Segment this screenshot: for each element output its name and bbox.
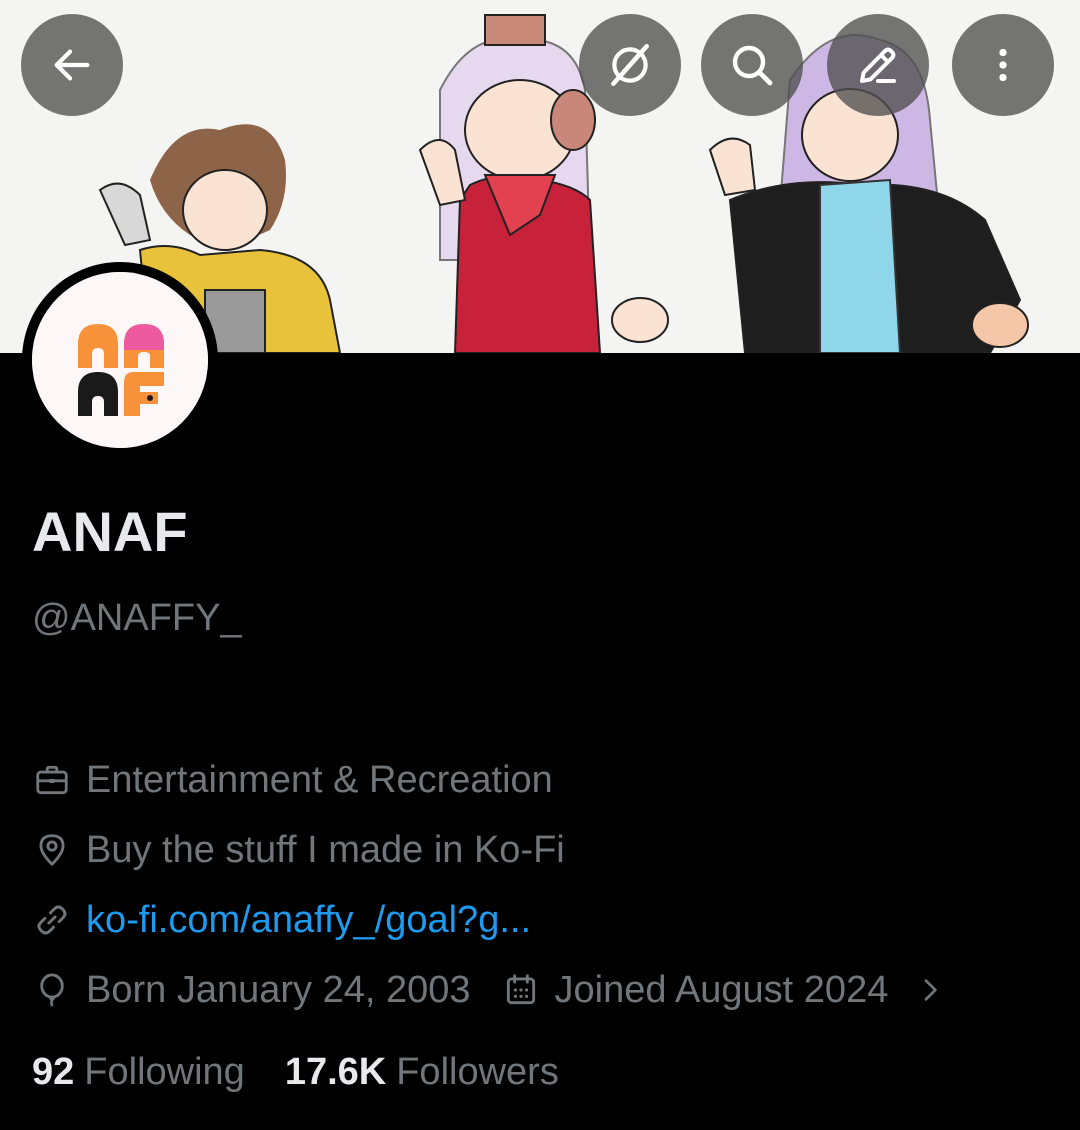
following-link[interactable]: 92 Following	[32, 1044, 245, 1100]
edit-button[interactable]	[827, 14, 929, 116]
grok-button[interactable]	[579, 14, 681, 116]
calendar-icon	[501, 970, 541, 1010]
back-button[interactable]	[21, 14, 123, 116]
chevron-right-icon[interactable]	[910, 970, 950, 1010]
balloon-icon	[32, 970, 72, 1010]
profile-website-row[interactable]: ko-fi.com/anaffy_/goal?g...	[32, 892, 531, 948]
profile-joined: Joined August 2024	[554, 968, 889, 1011]
profile-dates-row[interactable]: Born January 24, 2003 Joined August 2024	[32, 962, 964, 1018]
profile-birthday: Born January 24, 2003	[86, 968, 471, 1011]
briefcase-icon	[32, 760, 72, 800]
avatar[interactable]	[22, 262, 218, 458]
link-icon	[32, 900, 72, 940]
location-pin-icon	[32, 830, 72, 870]
profile-website-link[interactable]: ko-fi.com/anaffy_/goal?g...	[86, 899, 531, 942]
arrow-left-icon	[54, 49, 90, 81]
followers-link[interactable]: 17.6K Followers	[285, 1044, 559, 1100]
profile-stats: 92 Following 17.6K Followers	[32, 1044, 559, 1100]
profile-category-row: Entertainment & Recreation	[32, 752, 553, 808]
search-button[interactable]	[701, 14, 803, 116]
pencil-icon	[860, 47, 896, 83]
grok-slash-icon	[611, 43, 649, 87]
profile-category: Entertainment & Recreation	[86, 758, 553, 801]
profile-display-name: ANAF	[32, 500, 188, 563]
profile-handle: @ANAFFY_	[32, 597, 242, 639]
search-icon	[732, 45, 773, 86]
followers-label: Followers	[396, 1051, 559, 1093]
profile-location: Buy the stuff I made in Ko-Fi	[86, 828, 565, 871]
following-label: Following	[84, 1051, 245, 1093]
followers-count: 17.6K	[284, 1051, 387, 1093]
anaf-logo-icon	[32, 272, 208, 448]
avatar-image	[32, 272, 208, 448]
following-count: 92	[32, 1051, 75, 1093]
profile-location-row: Buy the stuff I made in Ko-Fi	[32, 822, 565, 878]
more-vertical-icon	[999, 48, 1007, 82]
more-button[interactable]	[952, 14, 1054, 116]
